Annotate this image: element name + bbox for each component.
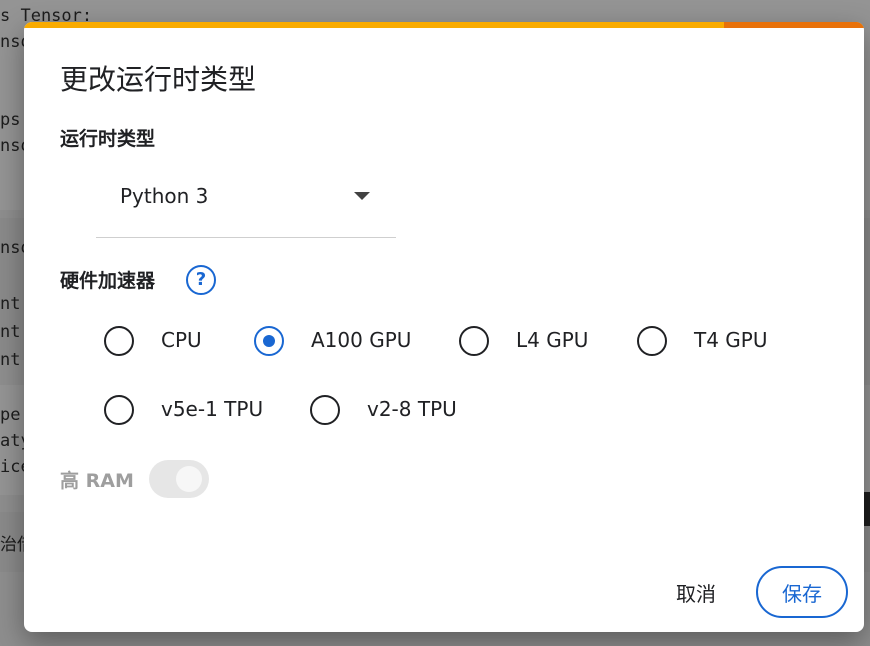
help-circle-icon[interactable]: ? bbox=[186, 265, 216, 295]
hardware-accelerator-label: 硬件加速器 bbox=[60, 270, 156, 292]
radio-label: v2-8 TPU bbox=[367, 397, 457, 421]
radio-circle bbox=[104, 395, 134, 425]
radio-circle bbox=[254, 326, 284, 356]
high-ram-label: 高 RAM bbox=[60, 470, 134, 492]
caret-down-icon bbox=[354, 192, 370, 200]
radio-label: L4 GPU bbox=[516, 328, 589, 352]
radio-circle bbox=[310, 395, 340, 425]
radio-dot bbox=[263, 335, 275, 347]
dialog-title: 更改运行时类型 bbox=[60, 63, 257, 96]
runtime-type-value: Python 3 bbox=[120, 184, 209, 208]
radio-label: v5e-1 TPU bbox=[161, 397, 264, 421]
radio-circle bbox=[104, 326, 134, 356]
toggle-thumb bbox=[176, 466, 202, 492]
change-runtime-dialog: 更改运行时类型 运行时类型 Python 3 硬件加速器 ? CPU A100 … bbox=[24, 22, 864, 632]
radio-circle bbox=[637, 326, 667, 356]
cancel-button[interactable]: 取消 bbox=[656, 574, 736, 614]
radio-label: CPU bbox=[161, 328, 202, 352]
runtime-type-select[interactable]: Python 3 bbox=[96, 170, 396, 238]
runtime-type-label: 运行时类型 bbox=[60, 128, 156, 150]
high-ram-toggle bbox=[149, 460, 209, 498]
progress-bar-segment bbox=[724, 22, 864, 28]
radio-label: T4 GPU bbox=[694, 328, 768, 352]
radio-circle bbox=[459, 326, 489, 356]
progress-bar bbox=[24, 22, 864, 28]
radio-label: A100 GPU bbox=[311, 328, 412, 352]
save-button[interactable]: 保存 bbox=[756, 566, 848, 618]
